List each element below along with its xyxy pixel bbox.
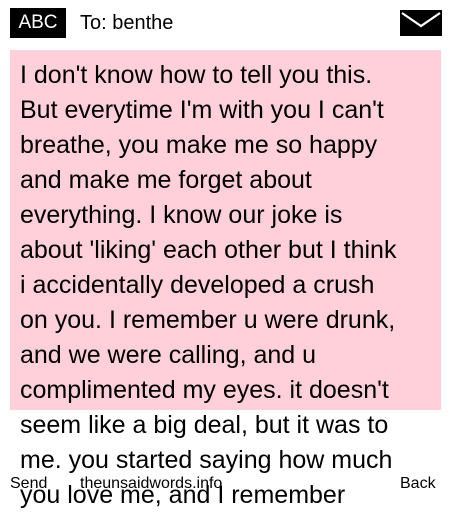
back-softkey[interactable]: Back <box>400 474 436 494</box>
recipient-field[interactable]: To: benthe <box>80 10 173 36</box>
envelope-icon <box>400 10 442 36</box>
input-mode-badge[interactable]: ABC <box>10 8 66 38</box>
message-header: ABC To: benthe <box>0 0 450 44</box>
recipient-name: benthe <box>112 12 174 34</box>
message-body[interactable]: I don't know how to tell you this. But e… <box>20 58 440 513</box>
to-label: To: <box>80 12 107 34</box>
send-softkey[interactable]: Send <box>10 474 47 494</box>
watermark-label: theunsaidwords.info <box>80 475 223 492</box>
